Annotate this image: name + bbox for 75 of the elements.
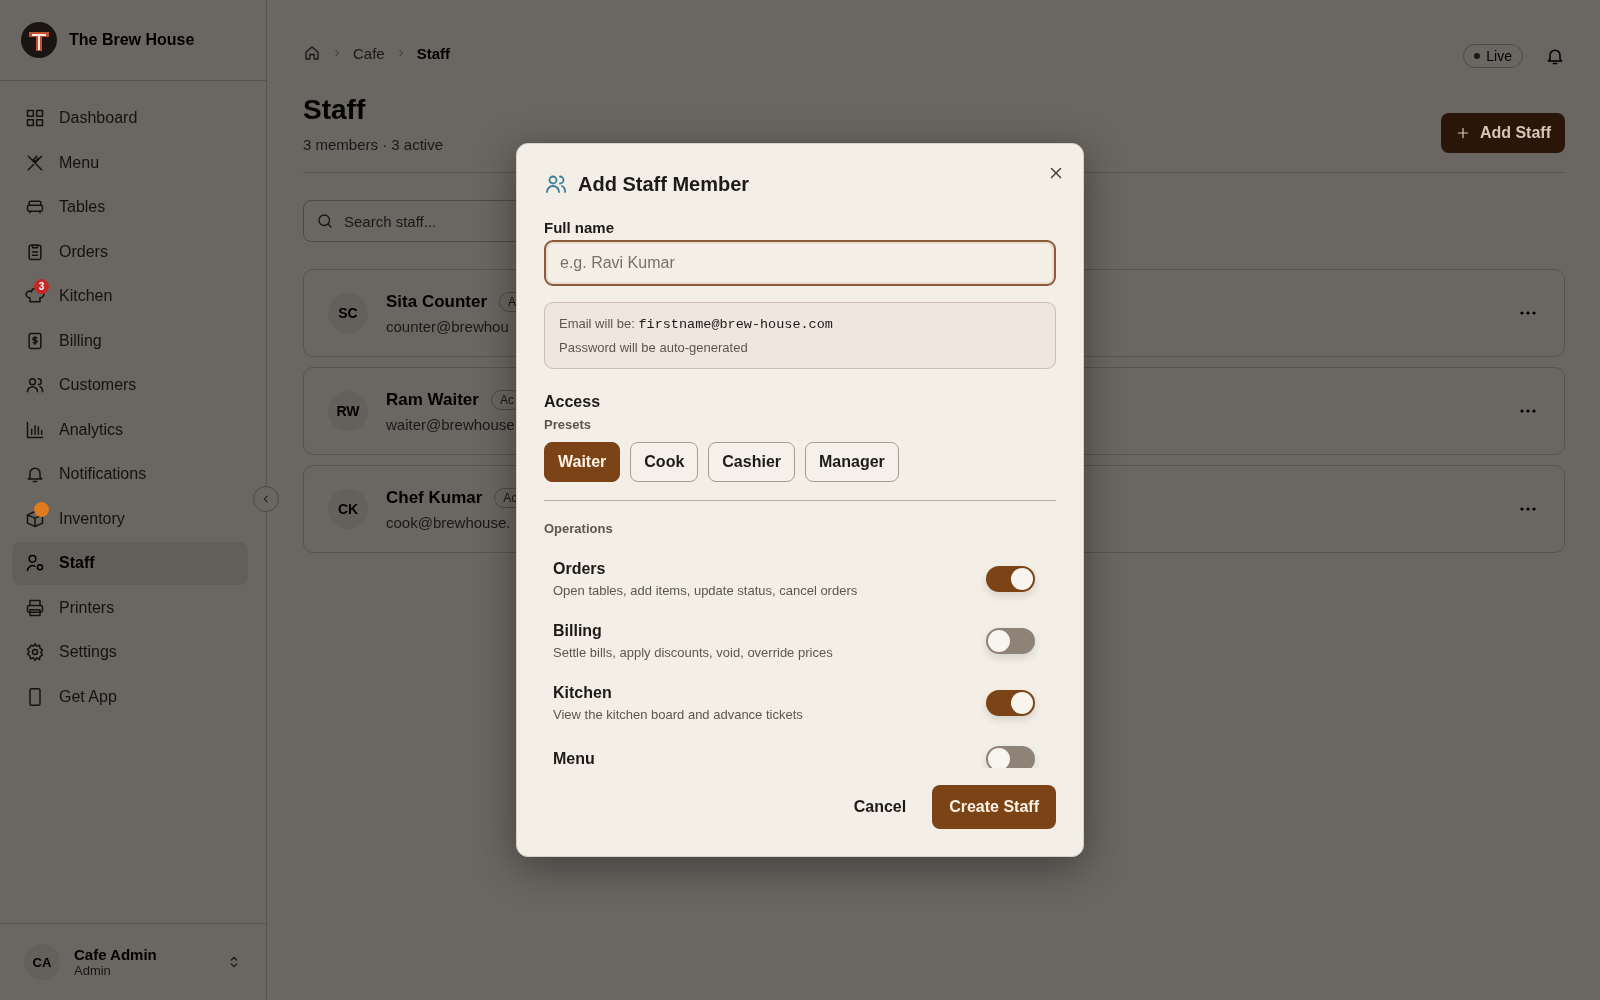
receipt-icon (25, 330, 45, 351)
email-note: Email will be: firstname@brew-house.com (559, 316, 834, 332)
staff-name: Ram Waiter (386, 389, 479, 410)
field-label: Full name (544, 220, 615, 236)
sidebar-item[interactable]: Settings (12, 631, 248, 674)
sidebar-item[interactable]: Printers (12, 586, 248, 629)
search-icon (316, 212, 334, 230)
user-menu[interactable]: CA Cafe Admin Admin (0, 923, 266, 1000)
ellipsis-icon (1520, 507, 1536, 511)
password-note: Password will be auto-generated (559, 340, 749, 355)
box-icon (25, 508, 45, 529)
permission-description: Settle bills, apply discounts, void, override prices (553, 645, 833, 660)
sidebar-item[interactable]: Orders (12, 230, 248, 273)
permission-title: Kitchen (553, 684, 613, 702)
avatar: SC (328, 293, 368, 333)
user-role: Admin (74, 963, 111, 978)
permission-title: Orders (553, 560, 607, 578)
page-subtitle: 3 members · 3 active (303, 136, 444, 153)
preset-button[interactable]: Manager (805, 442, 899, 482)
section-label: Access (544, 393, 602, 411)
page-title: Staff (303, 94, 367, 126)
home-icon (303, 44, 321, 62)
user-name: Cafe Admin (74, 946, 157, 963)
sidebar-item[interactable]: Staff (12, 542, 248, 585)
gear-icon (25, 642, 45, 663)
permission-title: Menu (553, 750, 595, 768)
cancel-button[interactable]: Cancel (853, 798, 907, 816)
toggle-switch[interactable] (986, 566, 1035, 592)
grid-icon (25, 108, 45, 129)
staff-email: counter@brewhou (386, 317, 509, 335)
toggle-switch[interactable] (986, 628, 1035, 654)
more-button[interactable] (1520, 311, 1536, 315)
toggle-switch[interactable] (986, 690, 1035, 716)
permission-title: Billing (553, 622, 603, 640)
avatar: CA (24, 944, 60, 980)
section-label: Presets (544, 417, 592, 432)
sidebar-item[interactable]: Customers (12, 364, 248, 407)
logo-icon (21, 22, 57, 58)
preset-button[interactable]: Waiter (544, 442, 621, 482)
sidebar-item[interactable]: Dashboard (12, 97, 248, 140)
section-label: Operations (544, 521, 614, 536)
staff-name: Sita Counter (386, 291, 488, 312)
preset-button[interactable]: Cook (630, 442, 699, 482)
create-button[interactable]: Create Staff (932, 785, 1056, 829)
permission-description: View the kitchen board and advance tickets (553, 707, 803, 722)
dialog-title: Add Staff Member (578, 172, 751, 196)
printer-icon (25, 597, 45, 618)
staff-email: cook@brewhouse. (386, 513, 511, 531)
sidebar-item[interactable]: Analytics (12, 408, 248, 451)
brand-name: The Brew House (69, 31, 195, 49)
add-staff-button[interactable]: Add Staff (1440, 113, 1565, 153)
bell-icon (1545, 46, 1565, 66)
sidebar-item[interactable]: Menu (12, 141, 248, 184)
count-badge: 3 (34, 279, 49, 295)
bar-chart-icon (25, 419, 45, 440)
preset-button[interactable]: Cashier (708, 442, 795, 482)
sidebar-item[interactable]: 3 Kitchen (12, 275, 248, 318)
sidebar-item[interactable]: Inventory (12, 497, 248, 540)
permission-description: Open tables, add items, update status, cancel orders (553, 583, 858, 598)
avatar: CK (328, 489, 368, 529)
avatar: RW (328, 391, 368, 431)
notifications-button[interactable] (1545, 46, 1565, 66)
sidebar-item[interactable]: Billing (12, 319, 248, 362)
input-field[interactable]: e.g. Ravi Kumar (544, 240, 1056, 286)
more-button[interactable] (1520, 507, 1536, 511)
breadcrumb-link[interactable]: Cafe (353, 44, 385, 62)
more-button[interactable] (1520, 409, 1536, 413)
staff-name: Chef Kumar (386, 487, 483, 508)
toggle-switch[interactable] (986, 746, 1035, 768)
sidebar-item[interactable]: Notifications (12, 453, 248, 496)
staff-email: waiter@brewhouse (386, 415, 515, 433)
ellipsis-icon (1520, 409, 1536, 413)
sidebar-item[interactable]: Get App (12, 675, 248, 718)
sidebar-item[interactable]: Tables (12, 186, 248, 229)
ellipsis-icon (1520, 311, 1536, 315)
